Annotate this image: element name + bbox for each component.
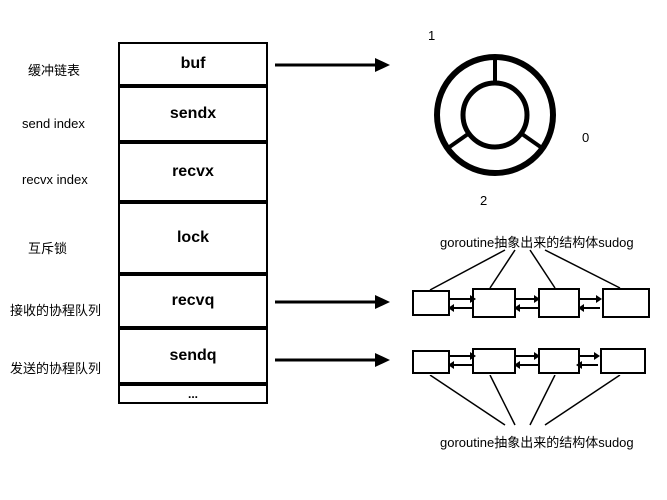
- cell-more: ...: [118, 384, 268, 404]
- arrow-recvq-to-list: [275, 287, 395, 317]
- row-label-recvx: recvx index: [22, 172, 88, 187]
- row-label-buf: 缓冲链表: [28, 60, 80, 79]
- cell-text-recvq: recvq: [172, 292, 215, 310]
- arrow-sendq-to-list: [275, 345, 395, 375]
- sudog-bottom-caption: goroutine抽象出来的结构体sudog: [440, 432, 634, 451]
- cell-buf: buf: [118, 42, 268, 86]
- cell-sendq: sendq: [118, 328, 268, 384]
- ring-label-1: 1: [428, 28, 435, 43]
- arrow-buf-to-ring: [275, 50, 395, 80]
- cell-text-recvx: recvx: [172, 163, 214, 181]
- ring-buffer-icon: [420, 40, 570, 190]
- sendq-caption-lines: [410, 375, 650, 430]
- cell-recvq: recvq: [118, 274, 268, 328]
- ring-label-0: 0: [582, 130, 589, 145]
- cell-text-sendq: sendq: [169, 347, 216, 365]
- row-label-sendq: 发送的协程队列: [10, 358, 101, 377]
- sendq-node-1: [412, 350, 450, 374]
- cell-text-buf: buf: [181, 55, 206, 73]
- cell-recvx: recvx: [118, 142, 268, 202]
- row-label-recvq: 接收的协程队列: [10, 300, 101, 319]
- sendq-link-arrows: [448, 348, 608, 378]
- cell-sendx: sendx: [118, 86, 268, 142]
- cell-text-more: ...: [188, 387, 198, 401]
- ring-label-2: 2: [480, 193, 487, 208]
- cell-text-sendx: sendx: [170, 105, 216, 123]
- recvq-caption-lines: [410, 245, 650, 295]
- row-label-lock: 互斥锁: [28, 238, 67, 257]
- cell-lock: lock: [118, 202, 268, 274]
- row-label-sendx: send index: [22, 116, 85, 131]
- cell-text-lock: lock: [177, 229, 209, 247]
